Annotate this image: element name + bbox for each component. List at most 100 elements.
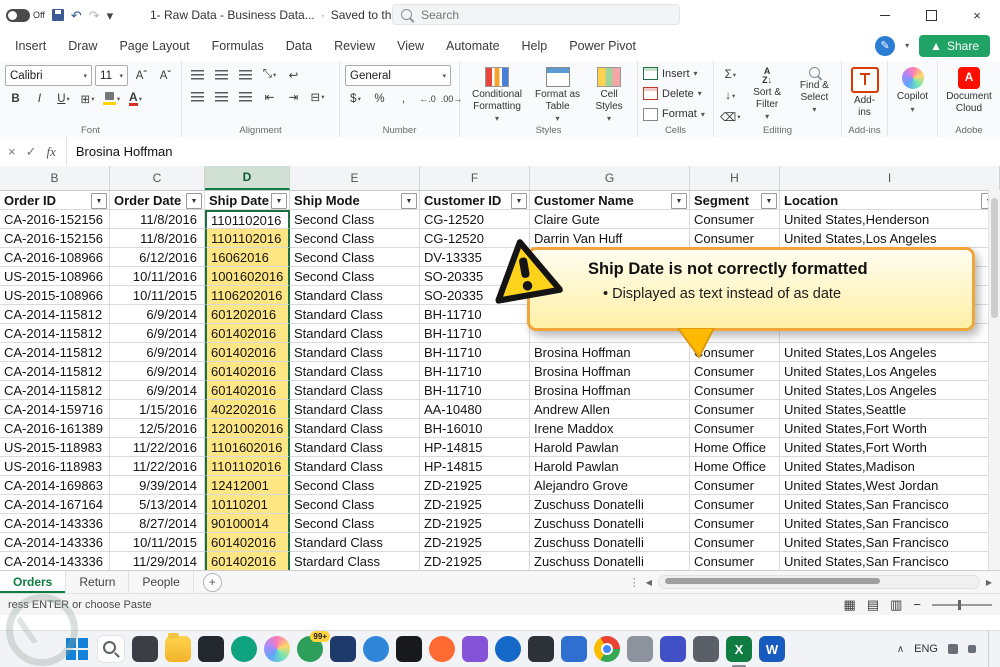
data-cell[interactable]: US-2015-108966 <box>0 286 110 305</box>
data-cell[interactable]: 10/11/2016 <box>110 267 205 286</box>
column-letter-G[interactable]: G <box>530 166 690 190</box>
data-cell[interactable]: Standard Class <box>290 533 420 552</box>
column-letter-C[interactable]: C <box>110 166 205 190</box>
data-cell[interactable]: CA-2014-115812 <box>0 305 110 324</box>
ribbon-tab-formulas[interactable]: Formulas <box>201 33 275 59</box>
data-cell[interactable]: United States,San Francisco <box>780 533 1000 552</box>
ribbon-tab-help[interactable]: Help <box>511 33 559 59</box>
data-cell[interactable]: Consumer <box>690 400 780 419</box>
column-letter-B[interactable]: B <box>0 166 110 190</box>
delete-cells-button[interactable]: Delete ▾ <box>643 85 708 102</box>
data-cell[interactable]: 6/9/2014 <box>110 343 205 362</box>
data-cell[interactable]: Alejandro Grove <box>530 476 690 495</box>
ribbon-tab-view[interactable]: View <box>386 33 435 59</box>
fill-color-icon[interactable]: ▾ <box>101 89 122 108</box>
data-cell[interactable]: 601402016 <box>205 533 290 552</box>
comma-style-icon[interactable]: , <box>393 89 414 108</box>
ribbon-tab-insert[interactable]: Insert <box>4 33 57 59</box>
drag-handle-icon[interactable]: ⋮ <box>629 576 640 589</box>
minimize-button[interactable] <box>862 0 908 30</box>
show-desktop-button[interactable] <box>988 631 992 667</box>
data-cell[interactable]: United States,San Francisco <box>780 552 1000 571</box>
orientation-icon[interactable]: ⤡▾ <box>259 65 280 84</box>
data-cell[interactable]: US-2015-118983 <box>0 438 110 457</box>
search-icon[interactable] <box>97 635 125 663</box>
clear-icon[interactable]: ⌫▾ <box>719 107 742 126</box>
data-cell[interactable]: CA-2016-161389 <box>0 419 110 438</box>
data-cell[interactable]: 90100014 <box>205 514 290 533</box>
scroll-left-icon[interactable]: ◀ <box>646 578 652 587</box>
data-cell[interactable]: United States,Los Angeles <box>780 381 1000 400</box>
data-cell[interactable]: BH-11710 <box>420 324 530 343</box>
header-cell[interactable]: Order ID▼ <box>0 191 110 210</box>
zoom-slider-thumb[interactable] <box>958 600 961 610</box>
ribbon-tab-draw[interactable]: Draw <box>57 33 108 59</box>
zoom-slider[interactable] <box>932 604 992 606</box>
undo-icon[interactable]: ↶ <box>71 9 82 22</box>
format-as-table-button[interactable]: Format as Table ▾ <box>531 65 584 123</box>
data-cell[interactable]: CA-2014-115812 <box>0 362 110 381</box>
data-cell[interactable]: 601402016 <box>205 324 290 343</box>
align-bottom-icon[interactable] <box>235 65 256 84</box>
header-cell[interactable]: Customer ID▼ <box>420 191 530 210</box>
data-cell[interactable]: 11/8/2016 <box>110 210 205 229</box>
app-icon[interactable] <box>660 636 686 662</box>
data-cell[interactable]: 1101102016 <box>205 229 290 248</box>
font-name-combo[interactable]: Calibri▾ <box>5 65 92 86</box>
search-box[interactable] <box>392 4 680 25</box>
settings-icon[interactable] <box>627 636 653 662</box>
data-cell[interactable]: US-2015-108966 <box>0 267 110 286</box>
data-cell[interactable]: CA-2014-143336 <box>0 514 110 533</box>
merge-center-icon[interactable]: ⊟▾ <box>307 87 328 106</box>
share-button[interactable]: ▲ Share <box>919 35 990 57</box>
data-cell[interactable]: 601402016 <box>205 381 290 400</box>
redo-icon[interactable]: ↷ <box>89 9 100 22</box>
app-icon[interactable] <box>693 636 719 662</box>
data-cell[interactable]: Zuschuss Donatelli <box>530 533 690 552</box>
sheet-tab-orders[interactable]: Orders <box>0 571 66 593</box>
data-cell[interactable]: 1201002016 <box>205 419 290 438</box>
ribbon-tab-page-layout[interactable]: Page Layout <box>108 33 200 59</box>
wrap-text-icon[interactable]: ↩ <box>283 65 304 84</box>
header-cell[interactable]: Ship Date▼ <box>205 191 290 210</box>
data-cell[interactable]: CA-2016-152156 <box>0 210 110 229</box>
data-cell[interactable]: 601202016 <box>205 305 290 324</box>
autosave-toggle[interactable]: Off <box>6 9 45 22</box>
align-top-icon[interactable] <box>187 65 208 84</box>
data-cell[interactable]: CA-2014-115812 <box>0 324 110 343</box>
autosum-icon[interactable]: Σ▾ <box>719 65 742 84</box>
data-cell[interactable]: Standard Class <box>290 438 420 457</box>
data-cell[interactable]: BH-11710 <box>420 343 530 362</box>
editing-mode-icon[interactable]: ✎ <box>875 36 895 56</box>
data-cell[interactable]: United States,Los Angeles <box>780 343 1000 362</box>
bold-button[interactable]: B <box>5 89 26 108</box>
data-cell[interactable]: 1001602016 <box>205 267 290 286</box>
data-cell[interactable]: BH-11710 <box>420 381 530 400</box>
customize-qat-icon[interactable]: ▾ <box>107 9 114 22</box>
page-break-view-icon[interactable]: ▥ <box>890 598 902 611</box>
copilot-button[interactable]: Copilot ▾ <box>893 65 932 116</box>
data-cell[interactable]: 6/9/2014 <box>110 381 205 400</box>
app-icon[interactable]: 99+ <box>297 636 323 662</box>
sort-filter-button[interactable]: AZ↓ Sort & Filter ▾ <box>746 65 789 126</box>
data-cell[interactable]: Brosina Hoffman <box>530 343 690 362</box>
filter-dropdown-icon[interactable]: ▼ <box>401 193 417 209</box>
sheet-tab-return[interactable]: Return <box>66 571 129 593</box>
data-cell[interactable]: Consumer <box>690 495 780 514</box>
increase-font-icon[interactable]: Aˆ <box>131 66 152 85</box>
ribbon-tab-power-pivot[interactable]: Power Pivot <box>558 33 647 59</box>
zoom-out-icon[interactable]: − <box>913 597 921 612</box>
data-cell[interactable]: United States,Seattle <box>780 400 1000 419</box>
data-cell[interactable]: 6/12/2016 <box>110 248 205 267</box>
data-cell[interactable]: 8/27/2014 <box>110 514 205 533</box>
scrollbar-thumb[interactable] <box>665 578 880 584</box>
font-size-combo[interactable]: 11▾ <box>95 65 128 86</box>
data-cell[interactable]: Second Class <box>290 267 420 286</box>
data-cell[interactable]: United States,Los Angeles <box>780 362 1000 381</box>
data-cell[interactable]: 601402016 <box>205 362 290 381</box>
data-cell[interactable]: Standard Class <box>290 362 420 381</box>
scroll-right-icon[interactable]: ▶ <box>986 578 992 587</box>
language-indicator[interactable]: ENG <box>914 643 938 655</box>
data-cell[interactable]: CA-2014-115812 <box>0 381 110 400</box>
data-cell[interactable]: US-2016-118983 <box>0 457 110 476</box>
